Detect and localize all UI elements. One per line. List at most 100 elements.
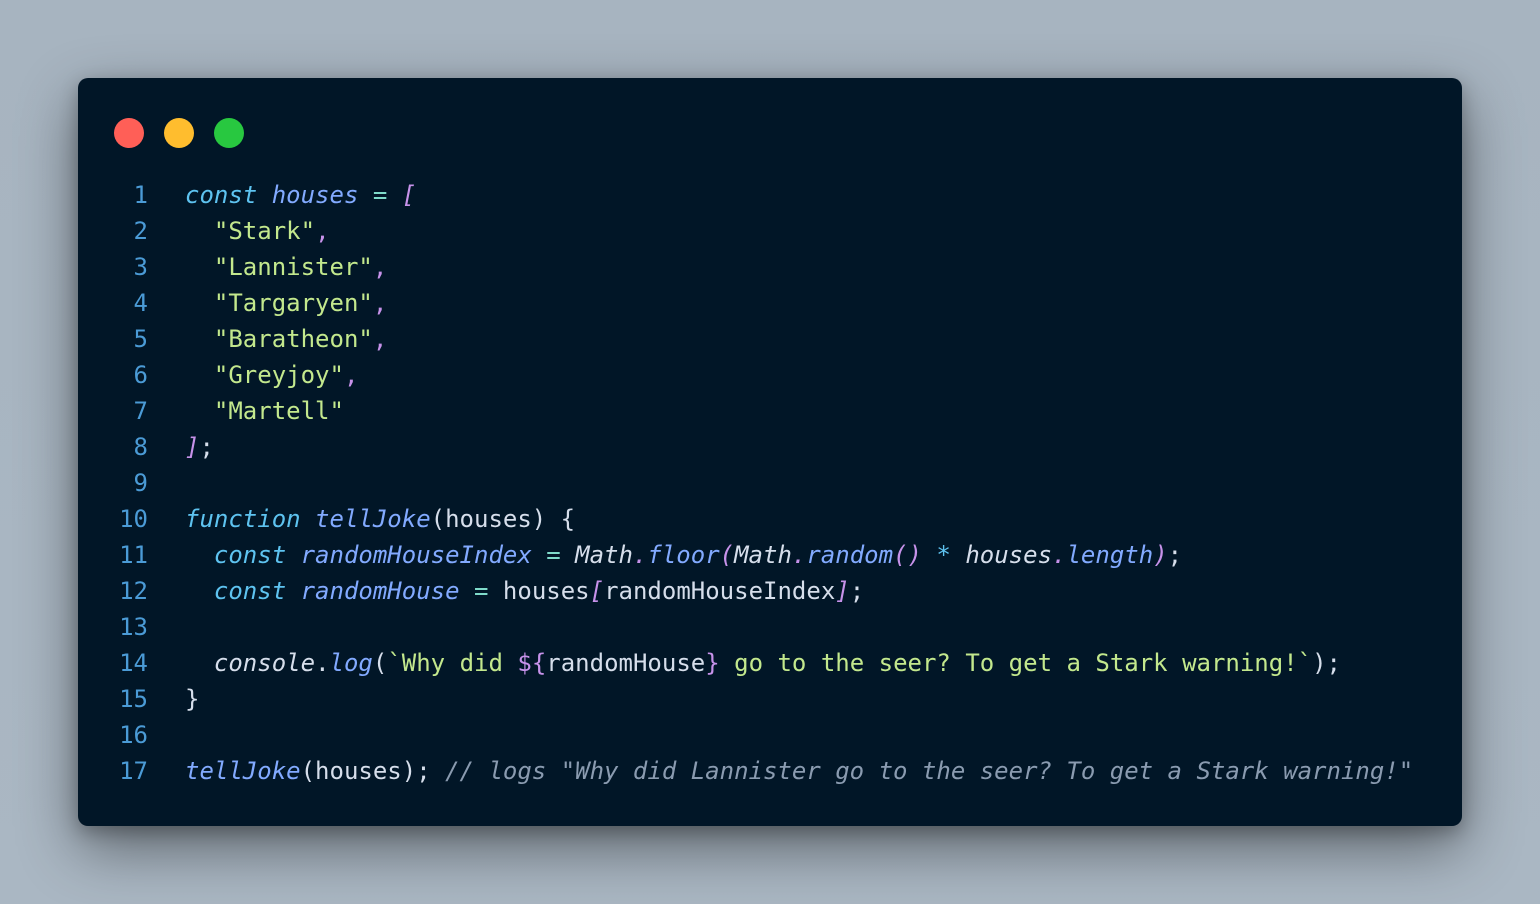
line-source: ]; — [185, 429, 214, 465]
code-token: `Why did — [387, 649, 518, 677]
code-line: 10 function tellJoke(houses) { — [78, 501, 1462, 537]
code-token: , — [315, 217, 330, 245]
line-source: const randomHouse = houses[randomHouseIn… — [185, 573, 864, 609]
code-token: ( — [372, 649, 388, 677]
line-number: 12 — [119, 577, 148, 605]
line-number: 1 — [133, 181, 148, 209]
code-token: ; — [199, 433, 214, 461]
code-line: 8]; — [78, 429, 1462, 465]
zoom-button[interactable] — [214, 118, 244, 148]
code-token: const — [213, 577, 287, 605]
line-number: 17 — [119, 757, 148, 785]
code-token: ; — [849, 577, 865, 605]
line-source: "Stark", — [185, 213, 330, 249]
code-token: function — [185, 505, 301, 533]
code-token: log — [329, 649, 373, 677]
code-token: const — [213, 541, 287, 569]
code-line: 9 — [78, 465, 1462, 501]
code-token: Math — [575, 541, 633, 569]
line-number: 10 — [119, 505, 148, 533]
code-token: . — [632, 541, 648, 569]
line-source: "Martell" — [185, 393, 344, 429]
code-block: 1 const houses = [2 "Stark", 3 "Lannister"… — [78, 177, 1462, 789]
line-source: console.log(`Why did ${randomHouse} go t… — [185, 645, 1341, 681]
code-token: , — [372, 253, 388, 281]
line-number: 3 — [133, 253, 148, 281]
line-source: function tellJoke(houses) { — [185, 501, 575, 537]
code-token: Math — [734, 541, 792, 569]
code-token: (houses) { — [430, 505, 576, 533]
code-token: go to the seer? To get a Stark warning!` — [719, 649, 1313, 677]
code-token: , — [372, 325, 388, 353]
code-token: * — [936, 541, 951, 569]
code-token: = — [546, 541, 561, 569]
code-token: ; — [1167, 541, 1183, 569]
code-token: console — [213, 649, 316, 677]
code-token: ${ — [517, 649, 547, 677]
code-token: "Lannister" — [213, 253, 373, 281]
code-token: [ — [401, 181, 417, 209]
code-token: "Stark" — [213, 217, 316, 245]
code-token: "Greyjoy" — [213, 361, 344, 389]
code-line: 14 console.log(`Why did ${randomHouse} g… — [78, 645, 1462, 681]
line-source: const randomHouseIndex = Math.floor(Math… — [185, 537, 1182, 573]
code-token: [ — [589, 577, 605, 605]
code-line: 17 tellJoke(houses); // logs "Why did Lan… — [78, 753, 1462, 789]
code-line: 5 "Baratheon", — [78, 321, 1462, 357]
minimize-button[interactable] — [164, 118, 194, 148]
line-source: "Lannister", — [185, 249, 387, 285]
code-line: 7 "Martell" — [78, 393, 1462, 429]
line-number: 5 — [133, 325, 148, 353]
line-number: 2 — [133, 217, 148, 245]
code-token: houses — [271, 181, 359, 209]
code-line: 15} — [78, 681, 1462, 717]
code-line: 1 const houses = [ — [78, 177, 1462, 213]
code-line: 12 const randomHouse = houses[randomHous… — [78, 573, 1462, 609]
code-token: length — [1066, 541, 1154, 569]
code-token: . — [315, 649, 330, 677]
code-token: . — [1052, 541, 1067, 569]
code-token: , — [343, 361, 359, 389]
code-line: 2 "Stark", — [78, 213, 1462, 249]
code-token: tellJoke — [315, 505, 431, 533]
line-number: 4 — [133, 289, 148, 317]
code-token: } — [705, 649, 720, 677]
code-token: randomHouseIndex — [604, 577, 836, 605]
code-token: ] — [185, 433, 200, 461]
close-button[interactable] — [114, 118, 144, 148]
line-source: "Baratheon", — [185, 321, 387, 357]
code-line: 13 — [78, 609, 1462, 645]
code-token: houses — [965, 541, 1053, 569]
line-number: 14 — [119, 649, 148, 677]
code-token: houses — [488, 577, 590, 605]
code-token: // logs "Why did Lannister go to the see… — [445, 757, 1414, 785]
code-token: randomHouseIndex — [300, 541, 532, 569]
code-token: . — [791, 541, 807, 569]
code-token: = — [474, 577, 489, 605]
line-number: 16 — [119, 721, 148, 749]
code-line: 11 const randomHouseIndex = Math.floor(M… — [78, 537, 1462, 573]
code-line: 3 "Lannister", — [78, 249, 1462, 285]
code-line: 6 "Greyjoy", — [78, 357, 1462, 393]
code-token: ); — [1312, 649, 1342, 677]
code-token: randomHouse — [546, 649, 706, 677]
code-token: "Targaryen" — [213, 289, 373, 317]
line-source: tellJoke(houses); // logs "Why did Lanni… — [185, 753, 1413, 789]
code-token: ( — [719, 541, 735, 569]
code-token: (houses); — [300, 757, 446, 785]
